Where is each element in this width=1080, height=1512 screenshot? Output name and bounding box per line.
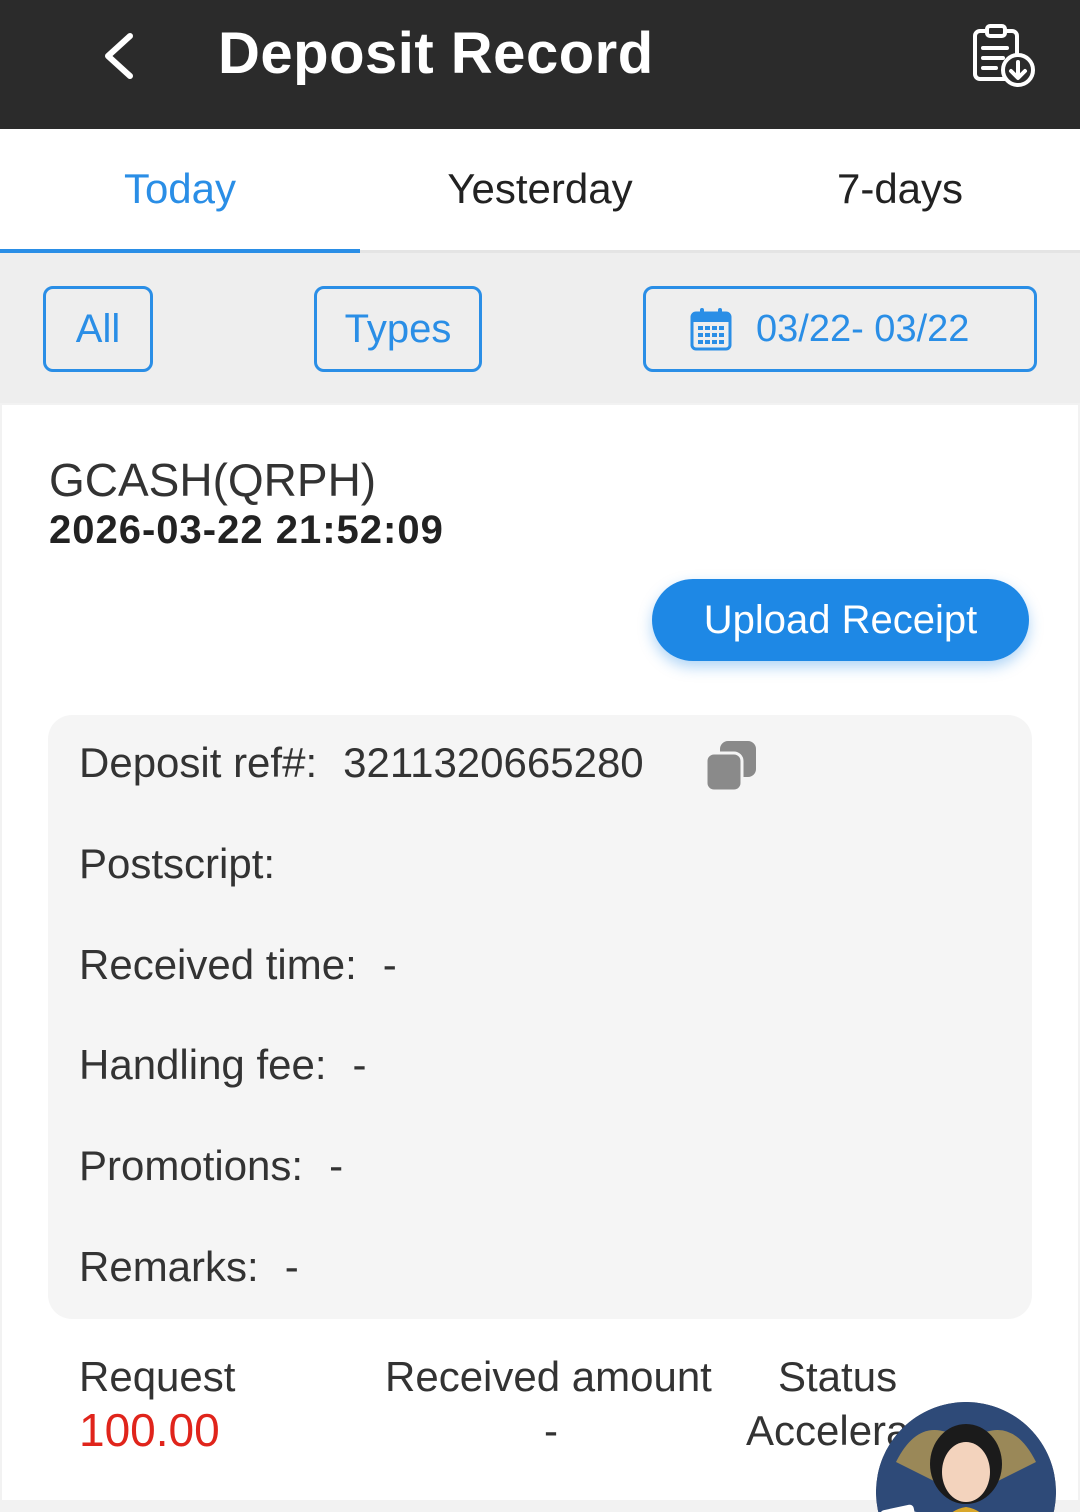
remarks-row: Remarks: - <box>79 1243 299 1291</box>
deposit-ref-row: Deposit ref#: 3211320665280 <box>79 739 644 787</box>
promotions-value: - <box>329 1142 344 1189</box>
remarks-value: - <box>284 1243 299 1290</box>
upload-receipt-button[interactable]: Upload Receipt <box>652 579 1029 661</box>
received-time-value: - <box>382 941 397 988</box>
postscript-row: Postscript: <box>79 840 275 888</box>
received-time-label: Received time: <box>79 941 357 988</box>
handling-fee-value: - <box>352 1041 367 1088</box>
received-amount-label: Received amount <box>385 1353 712 1400</box>
back-button[interactable] <box>92 26 148 86</box>
filter-types-button[interactable]: Types <box>314 286 482 372</box>
download-records-button[interactable] <box>966 22 1042 92</box>
filter-bar: All Types 03/22- 03/22 <box>0 253 1080 403</box>
chevron-left-icon <box>105 33 133 79</box>
request-value: 100.00 <box>79 1404 220 1456</box>
date-range-button[interactable]: 03/22- 03/22 <box>643 286 1037 372</box>
app-header: Deposit Record <box>0 0 1080 129</box>
status-value: Accelera <box>746 1407 910 1454</box>
request-label: Request <box>79 1353 236 1400</box>
date-range-label: 03/22- 03/22 <box>756 308 970 350</box>
record-datetime: 2026-03-22 21:52:09 <box>49 508 444 552</box>
handling-fee-label: Handling fee: <box>79 1041 327 1088</box>
calendar-icon <box>690 308 732 351</box>
record-details-panel: Deposit ref#: 3211320665280 Postscript: R… <box>48 715 1032 1319</box>
filter-all-button[interactable]: All <box>43 286 153 372</box>
promotions-row: Promotions: - <box>79 1142 343 1190</box>
tab-7-days[interactable]: 7-days <box>720 129 1080 253</box>
tab-yesterday[interactable]: Yesterday <box>360 129 720 253</box>
received-amount-value: - <box>544 1407 558 1454</box>
deposit-ref-value: 3211320665280 <box>343 739 644 786</box>
remarks-label: Remarks: <box>79 1243 259 1290</box>
handling-fee-row: Handling fee: - <box>79 1041 367 1089</box>
deposit-record-card: GCASH(QRPH) 2026-03-22 21:52:09 Upload R… <box>2 405 1078 1500</box>
postscript-label: Postscript: <box>79 840 276 887</box>
payment-method: GCASH(QRPH) <box>49 454 377 506</box>
deposit-ref-label: Deposit ref#: <box>79 739 318 786</box>
tab-today[interactable]: Today <box>0 129 360 253</box>
clipboard-download-icon <box>973 24 1035 87</box>
promotions-label: Promotions: <box>79 1142 304 1189</box>
received-time-row: Received time: - <box>79 941 397 989</box>
copy-button[interactable] <box>704 739 758 793</box>
status-label: Status <box>778 1353 898 1400</box>
page-title: Deposit Record <box>218 21 654 86</box>
copy-icon <box>704 741 756 793</box>
date-tabs: Today Yesterday 7-days <box>0 129 1080 254</box>
